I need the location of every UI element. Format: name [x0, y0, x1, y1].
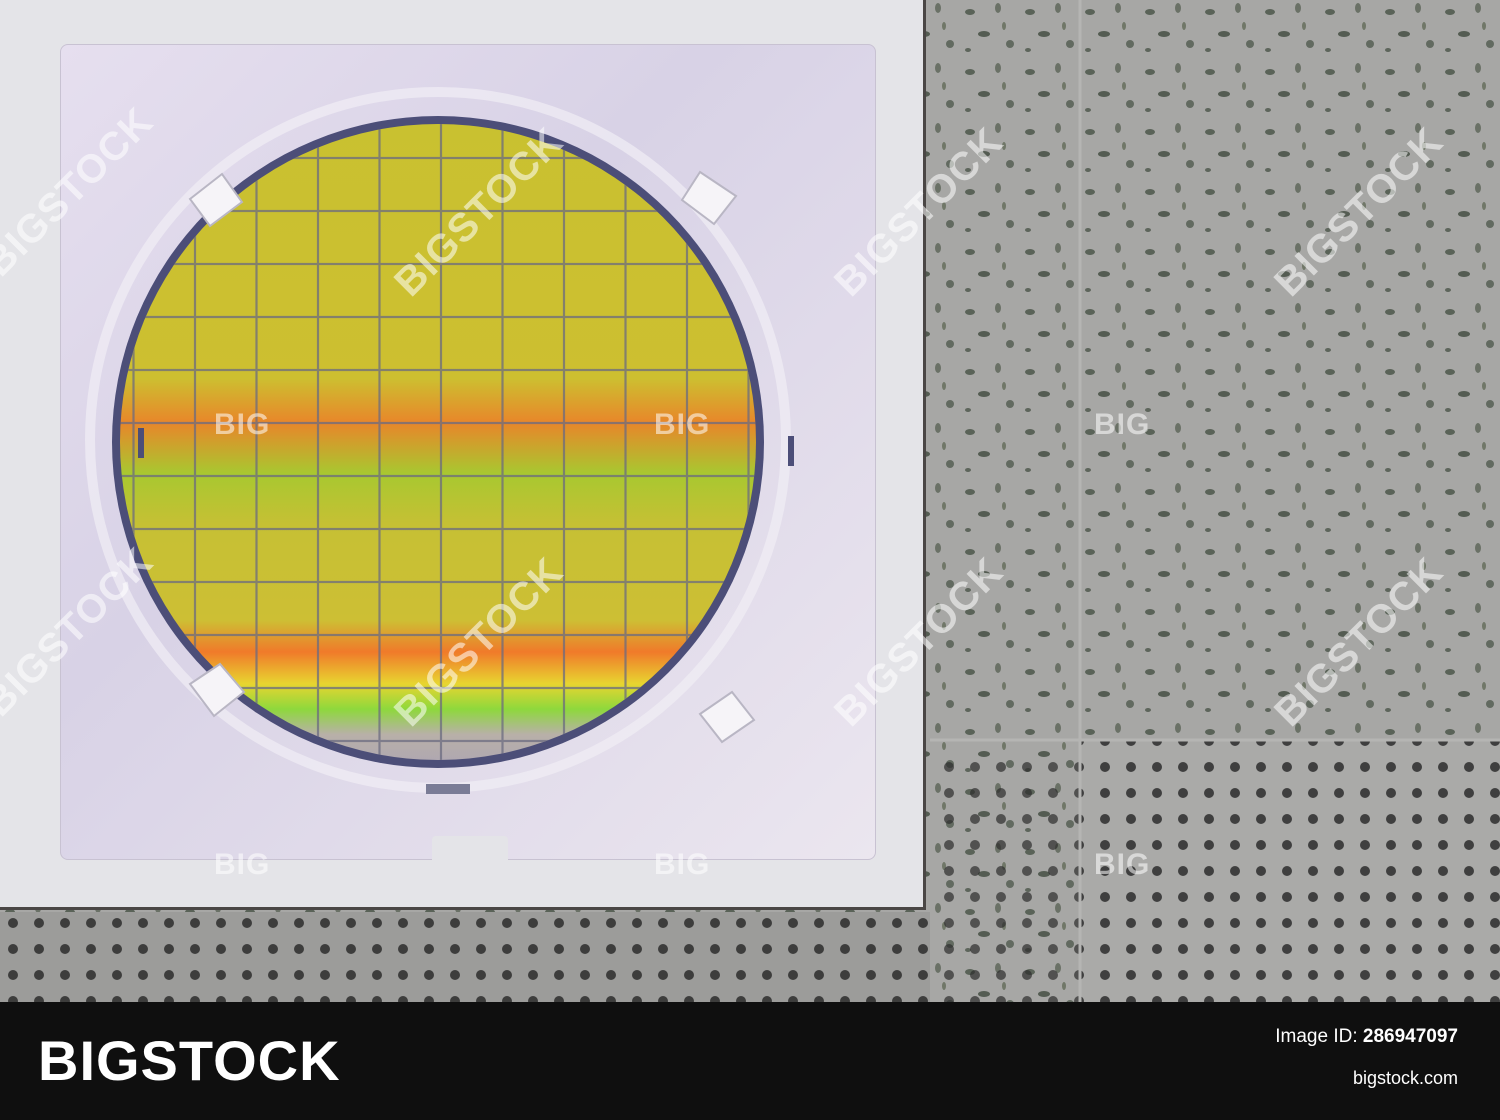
image-id-value: 286947097	[1362, 1026, 1458, 1047]
photo: BIGSTOCK BIGSTOCK BIGSTOCK BIGSTOCK BIGS…	[0, 0, 1500, 1002]
site-url: bigstock.com	[1352, 1068, 1458, 1088]
image-id-line: Image ID: 286947097	[1275, 1026, 1458, 1048]
bigstock-logo: BIGSTOCK	[38, 1029, 341, 1092]
image-id-label: Image ID:	[1275, 1026, 1358, 1047]
stock-footer-bar: BIGSTOCK Image ID: 286947097 bigstock.co…	[0, 1002, 1500, 1120]
wafer-carrier	[0, 0, 926, 910]
silicon-wafer	[85, 87, 794, 794]
